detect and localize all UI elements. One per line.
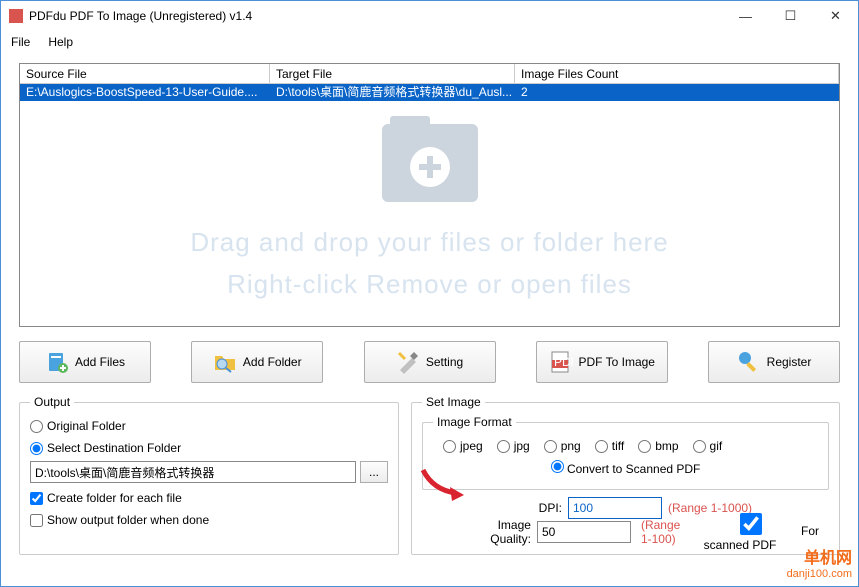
output-fieldset: Output Original Folder Select Destinatio… (19, 395, 399, 555)
radio-jpg[interactable]: jpg (497, 439, 530, 453)
file-table[interactable]: Source File Target File Image Files Coun… (19, 63, 840, 327)
add-files-icon (45, 350, 69, 374)
table-row[interactable]: E:\Auslogics-BoostSpeed-13-User-Guide...… (20, 84, 839, 101)
register-icon (737, 350, 761, 374)
add-folder-button[interactable]: Add Folder (191, 341, 323, 383)
cell-count: 2 (515, 84, 839, 101)
setting-icon (396, 350, 420, 374)
register-button[interactable]: Register (708, 341, 840, 383)
radio-jpeg[interactable]: jpeg (443, 439, 483, 453)
radio-convert-scanned[interactable]: Convert to Scanned PDF (551, 460, 701, 476)
svg-text:PDF: PDF (554, 355, 573, 369)
dpi-input[interactable] (568, 497, 662, 519)
radio-original-folder[interactable]: Original Folder (30, 419, 126, 433)
quality-input[interactable] (537, 521, 631, 543)
add-folder-label: Add Folder (243, 355, 302, 369)
checkbox-create-folder[interactable]: Create folder for each file (30, 491, 182, 505)
col-count[interactable]: Image Files Count (515, 64, 839, 83)
setting-label: Setting (426, 355, 463, 369)
add-folder-icon (213, 350, 237, 374)
menu-help[interactable]: Help (48, 35, 73, 49)
drop-text-2: Right-click Remove or open files (20, 264, 839, 306)
set-image-legend: Set Image (422, 395, 485, 409)
pdf-to-image-label: PDF To Image (579, 355, 655, 369)
checkbox-show-folder[interactable]: Show output folder when done (30, 513, 209, 527)
close-button[interactable]: ✕ (813, 1, 858, 31)
checkbox-for-scanned[interactable]: For scanned PDF (704, 513, 829, 552)
radio-gif[interactable]: gif (693, 439, 723, 453)
setting-button[interactable]: Setting (364, 341, 496, 383)
window-title: PDFdu PDF To Image (Unregistered) v1.4 (29, 9, 723, 23)
cell-target: D:\tools\桌面\简鹿音频格式转换器\du_Ausl... (270, 84, 515, 101)
image-format-fieldset: Image Format jpeg jpg png tiff bmp gif C… (422, 415, 829, 490)
drop-text-1: Drag and drop your files or folder here (20, 222, 839, 264)
radio-select-destination[interactable]: Select Destination Folder (30, 441, 181, 455)
minimize-button[interactable]: — (723, 1, 768, 31)
drop-folder-icon (382, 124, 478, 202)
col-source[interactable]: Source File (20, 64, 270, 83)
destination-path-input[interactable] (30, 461, 356, 483)
add-files-label: Add Files (75, 355, 125, 369)
quality-range: (Range 1-100) (641, 518, 692, 546)
app-icon (9, 9, 23, 23)
radio-tiff[interactable]: tiff (595, 439, 624, 453)
set-image-fieldset: Set Image Image Format jpeg jpg png tiff… (411, 395, 840, 555)
maximize-button[interactable]: ☐ (768, 1, 813, 31)
pdf-to-image-button[interactable]: PDF PDF To Image (536, 341, 668, 383)
register-label: Register (767, 355, 812, 369)
dpi-label: DPI: (472, 501, 562, 515)
output-legend: Output (30, 395, 74, 409)
browse-button[interactable]: ... (360, 461, 388, 483)
quality-label: Image Quality: (472, 518, 531, 546)
cell-source: E:\Auslogics-BoostSpeed-13-User-Guide...… (20, 84, 270, 101)
radio-bmp[interactable]: bmp (638, 439, 678, 453)
col-target[interactable]: Target File (270, 64, 515, 83)
pdf-icon: PDF (549, 350, 573, 374)
radio-png[interactable]: png (544, 439, 581, 453)
image-format-legend: Image Format (433, 415, 516, 429)
menu-file[interactable]: File (11, 35, 30, 49)
add-files-button[interactable]: Add Files (19, 341, 151, 383)
